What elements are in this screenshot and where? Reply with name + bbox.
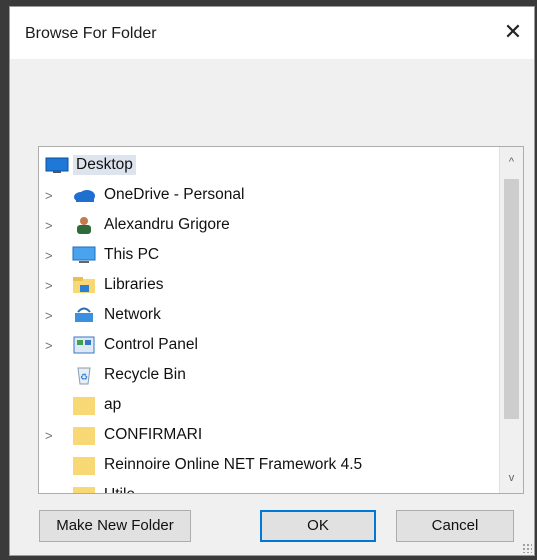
tree-item-label: Alexandru Grigore <box>104 216 230 233</box>
tree-item-label: ap <box>104 396 122 413</box>
tree-item-label: Network <box>104 306 161 323</box>
expand-chevron-icon[interactable]: > <box>45 218 53 233</box>
tree-item-label: This PC <box>104 246 160 263</box>
folder-icon <box>72 425 96 445</box>
tree-item-libraries[interactable]: > Libraries <box>39 271 499 299</box>
tree-item-label: Control Panel <box>104 336 198 353</box>
browse-for-folder-dialog: Browse For Folder ✕ Desktop > OneDrive -… <box>9 6 535 556</box>
tree-item-label: Reinnoire Online NET Framework 4.5 <box>104 456 363 473</box>
tree-item-user[interactable]: > Alexandru Grigore <box>39 211 499 239</box>
scrollbar-thumb[interactable] <box>504 179 519 419</box>
user-folder-icon <box>72 215 96 235</box>
scroll-down-icon[interactable]: v <box>500 467 523 489</box>
recycle-bin-icon: ♻ <box>72 365 96 385</box>
folder-icon <box>72 485 96 493</box>
expand-chevron-icon[interactable]: > <box>45 428 53 443</box>
control-panel-icon <box>72 335 96 355</box>
vertical-scrollbar[interactable]: ^ v <box>499 147 523 493</box>
onedrive-cloud-icon <box>72 185 96 205</box>
tree-item-recycle-bin[interactable]: ♻ Recycle Bin <box>39 361 499 389</box>
tree-item-label: OneDrive - Personal <box>104 186 245 203</box>
tree-item-onedrive[interactable]: > OneDrive - Personal <box>39 181 499 209</box>
tree-item-label: Utile <box>101 485 138 493</box>
expand-chevron-icon[interactable]: > <box>45 278 53 293</box>
ok-button[interactable]: OK <box>260 510 376 542</box>
expand-chevron-icon[interactable]: > <box>45 338 53 353</box>
make-new-folder-button[interactable]: Make New Folder <box>39 510 191 542</box>
tree-item-label: Libraries <box>104 276 164 293</box>
expand-chevron-icon[interactable]: > <box>45 308 53 323</box>
tree-item-ap[interactable]: ap <box>39 391 499 419</box>
scroll-up-icon[interactable]: ^ <box>500 151 523 173</box>
cancel-button[interactable]: Cancel <box>396 510 514 542</box>
dialog-title: Browse For Folder <box>25 25 157 42</box>
libraries-icon <box>72 275 96 295</box>
svg-text:♻: ♻ <box>80 372 88 382</box>
folder-icon <box>72 395 96 415</box>
tree-item-label: CONFIRMARI <box>104 426 203 443</box>
this-pc-icon <box>72 245 96 265</box>
expand-chevron-icon[interactable]: > <box>45 248 53 263</box>
tree-item-label: Recycle Bin <box>104 366 186 383</box>
title-bar[interactable]: Browse For Folder ✕ <box>10 7 534 59</box>
folder-tree[interactable]: Desktop > OneDrive - Personal > Alexandr… <box>38 146 524 494</box>
tree-item-this-pc[interactable]: > This PC <box>39 241 499 269</box>
tree-item-label: Desktop <box>73 155 136 175</box>
tree-item-reinnoire[interactable]: Reinnoire Online NET Framework 4.5 <box>39 451 499 479</box>
close-icon[interactable]: ✕ <box>498 19 528 45</box>
tree-item-control-panel[interactable]: > Control Panel <box>39 331 499 359</box>
resize-grip[interactable] <box>522 543 532 553</box>
folder-icon <box>72 455 96 475</box>
tree-item-utile[interactable]: Utile <box>39 481 499 493</box>
tree-item-confirmari[interactable]: > CONFIRMARI <box>39 421 499 449</box>
desktop-icon <box>45 155 69 175</box>
expand-chevron-icon[interactable]: > <box>45 188 53 203</box>
tree-item-desktop[interactable]: Desktop <box>39 151 499 179</box>
network-icon <box>72 305 96 325</box>
tree-item-network[interactable]: > Network <box>39 301 499 329</box>
